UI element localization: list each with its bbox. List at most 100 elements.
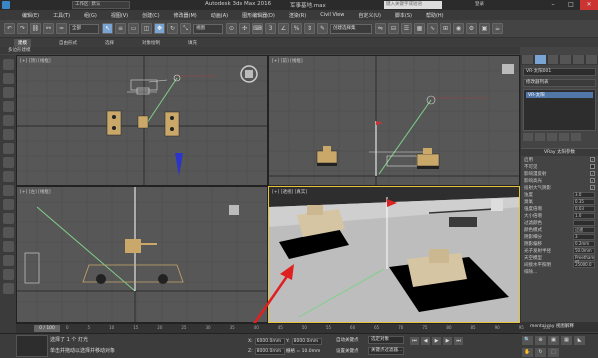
pan-icon[interactable]: ✋ (522, 347, 533, 357)
param-spinner[interactable]: 0.35 (573, 198, 595, 205)
viewcube-top-icon[interactable] (239, 64, 259, 84)
tab-modeling[interactable]: 建模 (14, 38, 31, 47)
curve-editor-icon[interactable]: ∿ (427, 23, 438, 34)
app-logo-icon[interactable] (2, 1, 10, 9)
selection-filter-dropdown[interactable]: 全部 (69, 23, 99, 34)
param-spinner[interactable]: Preetham et (573, 254, 595, 263)
tab-selection[interactable]: 选择 (105, 40, 114, 46)
mirror-icon[interactable]: ⇋ (375, 23, 386, 34)
x-field[interactable]: 6000.0mm (254, 338, 285, 345)
y-field[interactable]: 8000.0mm (291, 338, 322, 345)
close-icon[interactable]: ✕ (580, 0, 598, 10)
viewport-top[interactable]: [+] [顶] [线框] (16, 55, 268, 186)
modifier-stack[interactable]: VR-太阳 (523, 89, 596, 131)
graphite-toggle-icon[interactable]: ▦ (414, 23, 425, 34)
create-tab-icon[interactable] (522, 55, 533, 64)
keyboard-shortcut-icon[interactable]: ⌨ (252, 23, 263, 34)
object-name-field[interactable]: VR-太阳001 (523, 68, 596, 76)
angle-snap-icon[interactable]: ∠ (278, 23, 289, 34)
viewport-left[interactable]: [+] [左] [线框] (16, 186, 268, 323)
viewport-perspective[interactable]: [+] [透视] [真实] (268, 186, 520, 323)
param-spinner[interactable]: 50.0mm (573, 247, 595, 254)
auto-key-button[interactable]: 自动关键点 (336, 337, 359, 343)
zoom-extents-icon[interactable]: ▣ (548, 336, 559, 345)
undo-icon[interactable]: ↶ (4, 23, 15, 34)
go-to-end-icon[interactable]: ⏭ (454, 337, 463, 345)
tab-freeform[interactable]: 自由形式 (59, 40, 77, 46)
material-editor-icon[interactable]: ◉ (453, 23, 464, 34)
viewport-persp-label[interactable]: [+] [透视] [真实] (272, 189, 307, 195)
remove-modifier-icon[interactable] (559, 133, 569, 141)
redo-icon[interactable]: ↷ (17, 23, 28, 34)
menu-scripting[interactable]: 脚本(S) (395, 12, 412, 19)
zoom-extents-all-icon[interactable]: ▦ (561, 336, 572, 345)
maxscript-listener[interactable] (16, 335, 48, 357)
maximize-viewport-icon[interactable]: ⬚ (548, 347, 559, 357)
bones-icon[interactable] (2, 185, 14, 196)
select-object-icon[interactable]: ↖ (102, 23, 113, 34)
viewport-left-label[interactable]: [+] [左] [线框] (20, 189, 51, 195)
render-production-icon[interactable]: ☕ (492, 23, 503, 34)
explorer-filter-icon[interactable] (2, 59, 14, 70)
pin-stack-icon[interactable] (523, 133, 533, 141)
param-spinner[interactable]: 过滤 (573, 226, 595, 233)
make-unique-icon[interactable] (547, 133, 557, 141)
select-by-name-icon[interactable]: ≡ (115, 23, 126, 34)
viewport-top-label[interactable]: [+] [顶] [线框] (20, 58, 51, 64)
menu-animation[interactable]: 动画(A) (211, 12, 228, 19)
menu-tools[interactable]: 工具(T) (53, 12, 70, 19)
time-slider[interactable]: 0 / 100 0 5 10 15 20 25 30 35 40 45 50 55 60 65 70 75 80… (16, 323, 550, 333)
param-spinner[interactable]: 0.2mm (573, 240, 595, 247)
param-spinner[interactable]: 25000.0 (573, 261, 595, 268)
reference-coord-dropdown[interactable]: 视图 (193, 23, 223, 34)
utilities-tab-icon[interactable] (586, 55, 597, 64)
time-slider-handle[interactable]: 0 / 100 (34, 325, 60, 332)
search-input[interactable]: 键入关键字或短语 (384, 1, 442, 9)
next-frame-icon[interactable]: ▶ (443, 337, 452, 345)
login-button[interactable]: 登录 (475, 1, 484, 7)
snap-toggle-icon[interactable]: 3 (265, 23, 276, 34)
hierarchy-tab-icon[interactable] (547, 55, 559, 64)
frozen-icon[interactable] (2, 213, 14, 224)
minimize-icon[interactable]: – (544, 0, 562, 10)
menu-rendering[interactable]: 渲染(R) (289, 12, 306, 19)
param-spinner[interactable]: 1.0 (573, 212, 595, 219)
menu-help[interactable]: 帮助(H) (426, 12, 444, 19)
param-spinner[interactable]: 0.03 (573, 205, 595, 212)
ribbon-subpanel[interactable]: 多边形建模 (0, 47, 520, 54)
pivot-center-icon[interactable]: ⊙ (226, 23, 237, 34)
rollout-title[interactable]: VRay 太阳参数 (521, 148, 598, 156)
workspace-dropdown[interactable]: 工作区: 默认 (72, 1, 130, 9)
align-icon[interactable]: ⊟ (388, 23, 399, 34)
param-checkbox[interactable] (590, 178, 595, 183)
param-checkbox[interactable] (590, 157, 595, 162)
param-spinner[interactable]: 3.0 (573, 191, 595, 198)
zoom-icon[interactable]: 🔍 (522, 336, 533, 345)
viewport-front[interactable]: [+] [前] [线框] (268, 55, 520, 186)
percent-snap-icon[interactable]: % (291, 23, 302, 34)
stack-item[interactable]: VR-太阳 (526, 92, 593, 98)
viewport-front-label[interactable]: [+] [前] [线框] (272, 58, 303, 64)
window-crossing-icon[interactable]: ◫ (141, 23, 152, 34)
layer-explorer-icon[interactable] (2, 283, 14, 294)
param-spinner[interactable] (573, 219, 595, 226)
render-frame-icon[interactable]: ▣ (479, 23, 490, 34)
menu-edit[interactable]: 编辑(E) (22, 12, 39, 19)
spacewarps-icon[interactable] (2, 143, 14, 154)
xrefs-icon[interactable] (2, 171, 14, 182)
helpers-icon[interactable] (2, 129, 14, 140)
named-selection-dropdown[interactable]: 创建选择集 (330, 23, 372, 34)
cameras-icon[interactable] (2, 115, 14, 126)
orbit-icon[interactable]: ↻ (535, 347, 546, 357)
menu-group[interactable]: 组(G) (84, 12, 97, 19)
menu-views[interactable]: 视图(V) (111, 12, 128, 19)
invert-icon[interactable] (2, 269, 14, 280)
rect-selection-icon[interactable]: ▭ (128, 23, 139, 34)
select-scale-icon[interactable]: ⤡ (180, 23, 191, 34)
set-key-button[interactable]: 设置关键点 (336, 348, 359, 354)
show-end-result-icon[interactable] (535, 133, 545, 141)
containers-icon[interactable] (2, 199, 14, 210)
key-filters-button[interactable]: 关键点过滤器... (368, 347, 404, 355)
layer-manager-icon[interactable]: ☰ (401, 23, 412, 34)
fov-icon[interactable]: ◣ (574, 336, 585, 345)
